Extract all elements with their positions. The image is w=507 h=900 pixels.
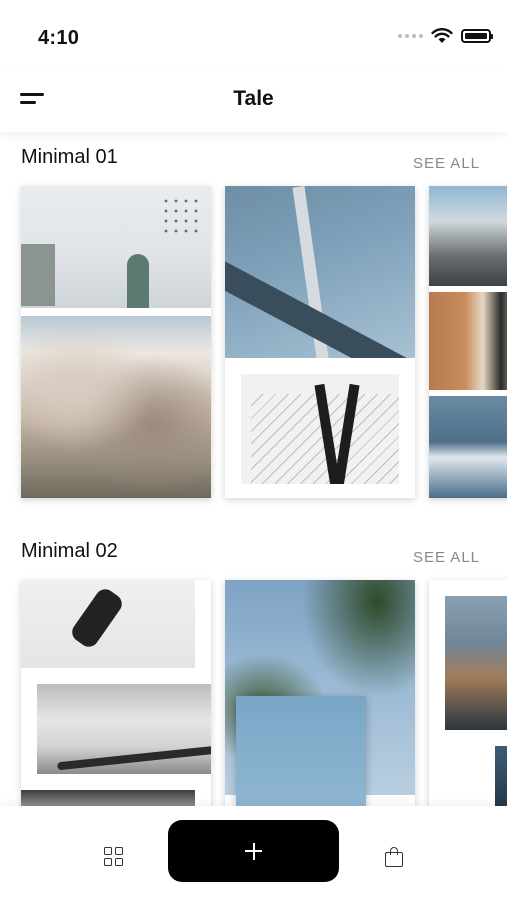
status-time: 4:10: [38, 27, 80, 49]
template-list[interactable]: Minimal 01 SEE ALL Minimal 02 SEE ALL: [0, 132, 507, 806]
battery-icon: [461, 29, 493, 43]
template-photo: [21, 316, 211, 498]
add-button[interactable]: [168, 820, 339, 882]
template-card-minimal-02-a[interactable]: [21, 580, 211, 806]
template-card-minimal-02-b[interactable]: [225, 580, 415, 806]
status-icons: [398, 28, 493, 44]
template-photo: [236, 696, 366, 806]
template-photo: [241, 374, 399, 484]
wifi-icon: [431, 28, 453, 43]
signal-dots-icon: [398, 34, 423, 38]
template-photo: [429, 186, 507, 286]
shopping-bag-icon[interactable]: [385, 847, 403, 867]
tab-bar: [0, 806, 507, 900]
template-card-minimal-01-c[interactable]: [429, 186, 507, 498]
template-photo: [21, 186, 211, 308]
template-card-minimal-01-b[interactable]: [225, 186, 415, 498]
status-bar: 4:10: [0, 0, 507, 70]
template-card-minimal-02-c[interactable]: [429, 580, 507, 806]
section-title-minimal-02: Minimal 02: [21, 540, 118, 562]
template-photo: [445, 596, 507, 730]
template-photo: [21, 790, 195, 806]
section-title-minimal-01: Minimal 01: [21, 146, 118, 168]
template-photo: [495, 746, 507, 806]
grid-icon[interactable]: [104, 847, 123, 866]
template-photo: [225, 186, 415, 358]
template-photo: [37, 684, 211, 774]
see-all-button-minimal-02[interactable]: SEE ALL: [413, 549, 480, 566]
nav-bar: Tale: [0, 70, 507, 132]
template-photo: [21, 580, 195, 668]
app-title: Tale: [233, 87, 274, 110]
template-photo: [429, 396, 507, 498]
template-photo: [429, 292, 507, 390]
see-all-button-minimal-01[interactable]: SEE ALL: [413, 155, 480, 172]
template-card-minimal-01-a[interactable]: [21, 186, 211, 498]
